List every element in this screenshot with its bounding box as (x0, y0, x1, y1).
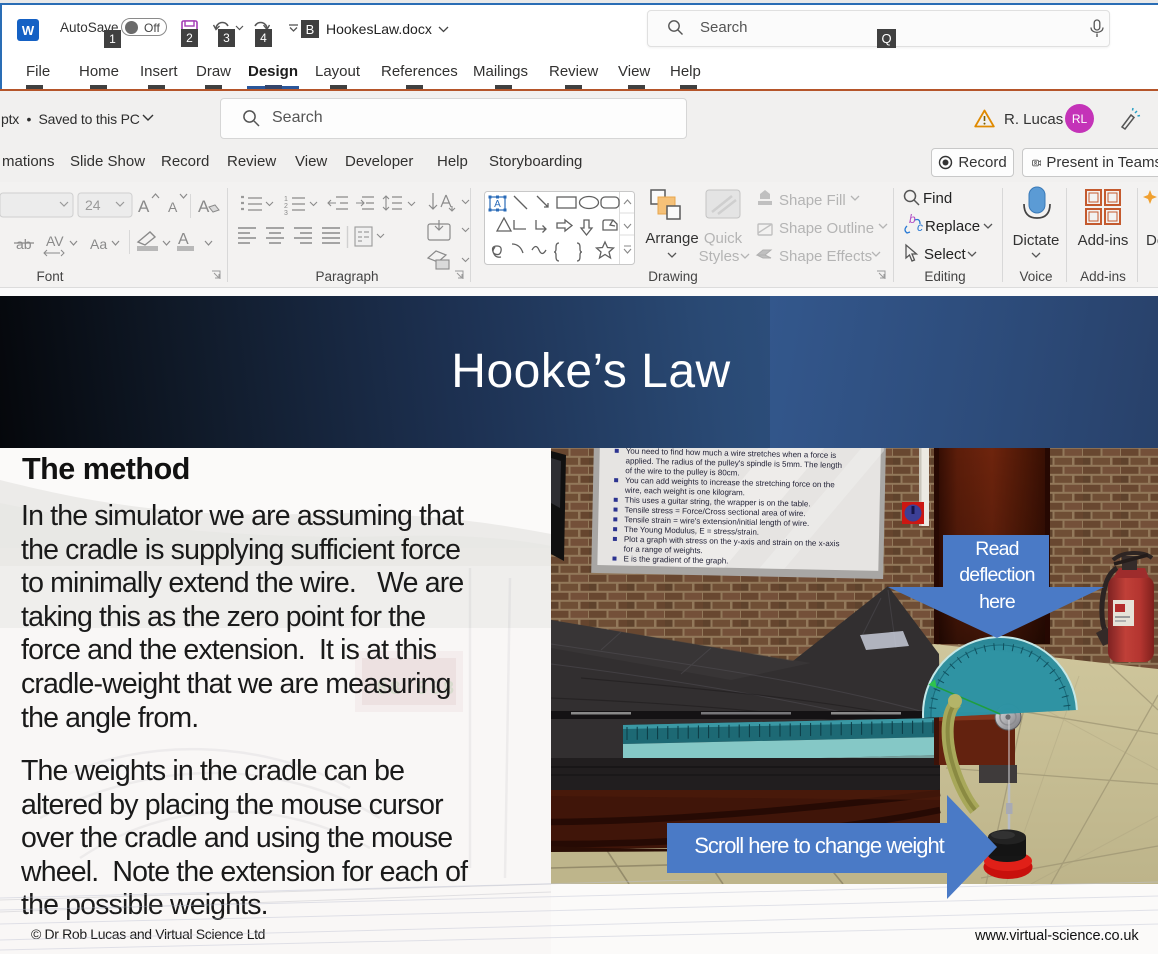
svg-text:Shape Effects: Shape Effects (779, 248, 872, 265)
svg-text:Arrange: Arrange (645, 230, 698, 247)
svg-text:Dictate: Dictate (1013, 232, 1060, 249)
svg-text:A: A (138, 197, 150, 216)
svg-text:Find: Find (923, 190, 952, 207)
svg-text:for a range of weights.: for a range of weights. (624, 545, 703, 556)
svg-text:Styles: Styles (699, 248, 740, 265)
svg-text:Add-ins: Add-ins (1080, 269, 1126, 284)
svg-text:Select: Select (924, 246, 967, 263)
svg-text:1: 1 (284, 196, 288, 203)
svg-text:Aa: Aa (90, 236, 107, 252)
svg-text:De: De (1146, 232, 1158, 249)
svg-text:Paragraph: Paragraph (315, 269, 378, 284)
svg-text:Add-ins: Add-ins (1078, 232, 1129, 249)
svg-text:A: A (198, 197, 210, 216)
svg-text:24: 24 (85, 197, 101, 213)
svg-text:Quick: Quick (704, 230, 743, 247)
svg-text:ab: ab (16, 236, 32, 252)
svg-text:Editing: Editing (924, 269, 965, 284)
svg-text:3: 3 (284, 210, 288, 217)
svg-text:Shape Outline: Shape Outline (779, 220, 874, 237)
svg-text:Replace: Replace (925, 218, 980, 235)
svg-text:W: W (22, 23, 35, 38)
svg-text:b: b (909, 212, 916, 226)
svg-text:AV: AV (46, 233, 64, 249)
svg-text:Shape Fill: Shape Fill (779, 192, 846, 209)
svg-text:Font: Font (36, 269, 63, 284)
svg-text:A: A (178, 231, 189, 248)
svg-text:Voice: Voice (1019, 269, 1052, 284)
svg-text:2: 2 (284, 203, 288, 210)
svg-text:A: A (168, 199, 178, 215)
svg-text:Drawing: Drawing (648, 269, 698, 284)
svg-text:A: A (494, 199, 501, 210)
